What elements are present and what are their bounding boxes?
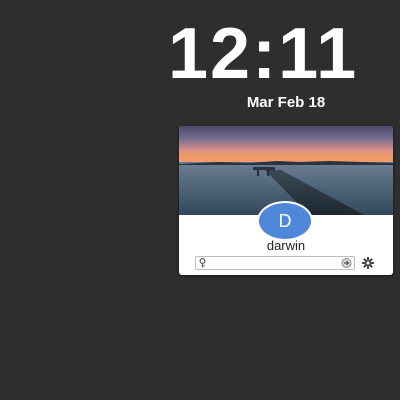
clock-time: 12:11 bbox=[168, 14, 359, 94]
key-icon bbox=[199, 258, 206, 268]
submit-button[interactable] bbox=[341, 258, 352, 268]
password-field[interactable] bbox=[195, 256, 355, 270]
password-input[interactable] bbox=[208, 257, 338, 269]
arrow-right-circle-icon bbox=[341, 258, 352, 268]
user-card: D darwin bbox=[179, 126, 393, 275]
settings-button[interactable] bbox=[362, 257, 374, 269]
gear-icon bbox=[362, 257, 374, 269]
user-avatar[interactable]: D bbox=[257, 201, 313, 241]
username-label: darwin bbox=[266, 238, 306, 253]
clock-date: Mar Feb 18 bbox=[246, 94, 326, 111]
